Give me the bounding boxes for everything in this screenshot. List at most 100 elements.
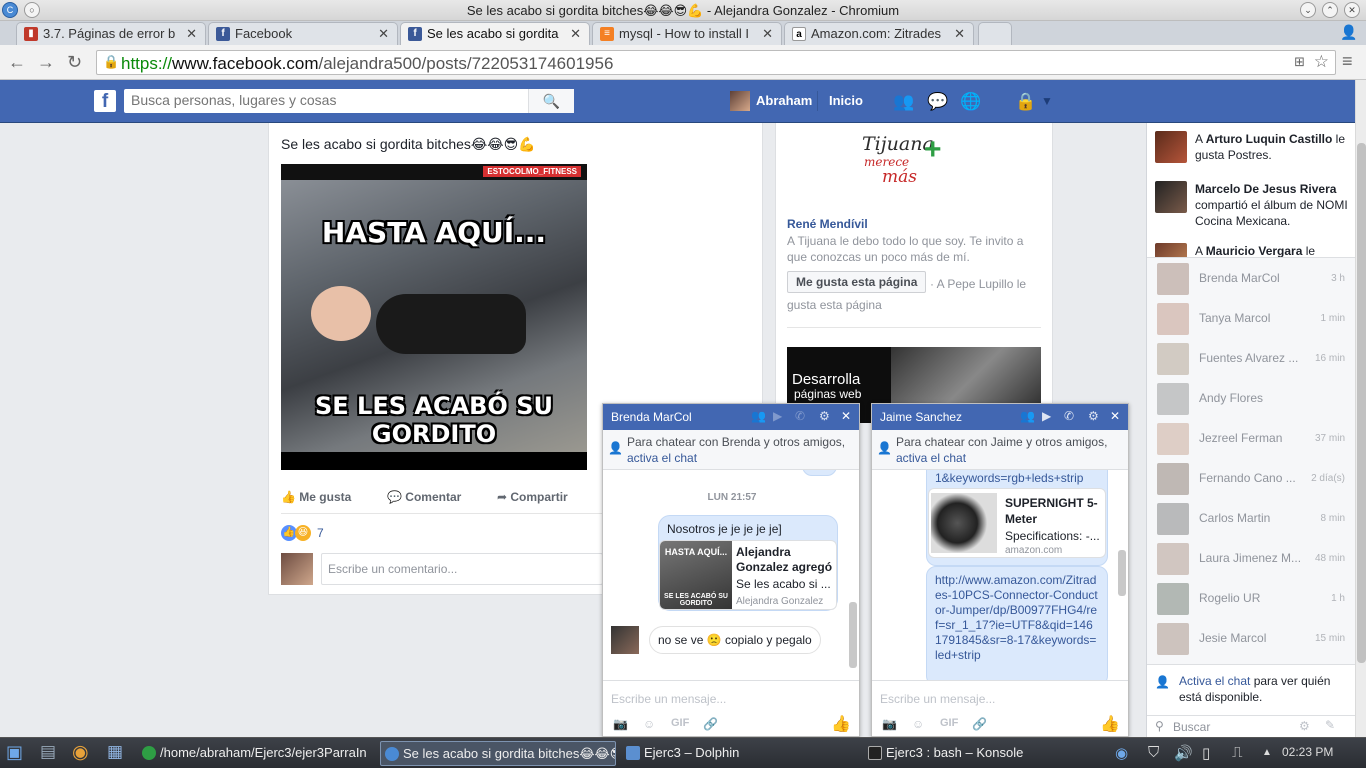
address-bar[interactable]: 🔒 https://www.facebook.com/alejandra500/… bbox=[96, 50, 1336, 75]
chrome-icon[interactable]: ◉ bbox=[72, 741, 89, 764]
chat-search[interactable]: ⚲ Buscar ⚙ ✎ bbox=[1147, 715, 1355, 738]
chat-header[interactable]: Brenda MarCol 👥 ▶ ✆ ⚙ ✕ bbox=[603, 404, 859, 430]
tab-post[interactable]: f Se les acabo si gordita ✕ bbox=[400, 22, 590, 45]
chat-scrollbar[interactable] bbox=[1118, 474, 1126, 674]
chat-friend[interactable]: Jesie Marcol 15 min bbox=[1155, 621, 1345, 661]
like-button[interactable]: 👍 Me gusta bbox=[281, 490, 351, 504]
message-input[interactable]: Escribe un mensaje... bbox=[880, 692, 995, 706]
chat-messages[interactable]: ok LUN 21:57 Nosotros je je je je je] HA… bbox=[603, 470, 859, 680]
emoji-icon[interactable]: ☺ bbox=[643, 717, 655, 731]
chat-friend[interactable]: Carlos Martin 8 min bbox=[1155, 501, 1345, 541]
tray-expand-icon[interactable]: ▲ bbox=[1262, 747, 1272, 758]
tab-amazon[interactable]: a Amazon.com: Zitrades ✕ bbox=[784, 22, 974, 45]
video-call-icon[interactable]: ▶ bbox=[1042, 409, 1051, 423]
task-konsole[interactable]: Ejerc3 : bash – Konsole bbox=[864, 741, 1100, 766]
gear-icon[interactable]: ⚙ bbox=[819, 409, 830, 423]
home-link[interactable]: Inicio bbox=[829, 93, 863, 108]
comment-button[interactable]: 💬 Comentar bbox=[387, 490, 461, 504]
scrollbar-thumb[interactable] bbox=[1357, 143, 1366, 663]
clock[interactable]: 02:23 PM bbox=[1282, 745, 1333, 759]
message-link[interactable]: 1&keywords=rgb+leds+strip bbox=[935, 471, 1099, 485]
maximize-icon[interactable]: ⌃ bbox=[1322, 2, 1338, 18]
page-name-link[interactable]: René Mendívil bbox=[787, 217, 868, 231]
file-manager-icon[interactable]: ▦ bbox=[107, 742, 123, 762]
close-tab-icon[interactable]: ✕ bbox=[186, 26, 197, 42]
enable-chat-link[interactable]: Activa el chat bbox=[1179, 674, 1250, 688]
camera-icon[interactable]: 📷 bbox=[882, 717, 897, 731]
camera-icon[interactable]: 📷 bbox=[613, 717, 628, 731]
avatar[interactable] bbox=[730, 91, 750, 111]
gear-icon[interactable]: ⚙ bbox=[1299, 719, 1310, 733]
enable-chat-link[interactable]: activa el chat bbox=[627, 451, 697, 465]
minimize-icon[interactable]: ⌄ bbox=[1300, 2, 1316, 18]
notifications-globe-icon[interactable]: 🌐 bbox=[960, 92, 981, 112]
thumbs-up-icon[interactable]: 👍 bbox=[1100, 714, 1120, 734]
chat-friend[interactable]: Brenda MarCol 3 h bbox=[1155, 261, 1345, 301]
attach-icon[interactable]: 🔗 bbox=[972, 717, 987, 731]
message-input[interactable]: Escribe un mensaje... bbox=[611, 692, 726, 706]
messages-icon[interactable]: 💬 bbox=[927, 92, 948, 112]
new-message-icon[interactable]: ✎ bbox=[1325, 718, 1335, 732]
back-icon[interactable]: ← bbox=[8, 52, 26, 73]
gif-button[interactable]: GIF bbox=[671, 717, 689, 729]
chat-friend[interactable]: Laura Jimenez M... 48 min bbox=[1155, 541, 1345, 581]
new-tab-button[interactable] bbox=[978, 22, 1012, 45]
user-profile-icon[interactable]: 👤 bbox=[1340, 24, 1357, 41]
enable-chat-link[interactable]: activa el chat bbox=[896, 451, 966, 465]
search-input[interactable] bbox=[124, 89, 524, 111]
tab-facebook[interactable]: f Facebook ✕ bbox=[208, 22, 398, 45]
chat-friend[interactable]: Andy Flores bbox=[1155, 381, 1345, 421]
shared-product[interactable]: SUPERNIGHT 5-Meter Specifications: -... … bbox=[928, 488, 1106, 558]
chat-title[interactable]: Jaime Sanchez bbox=[880, 410, 962, 424]
close-window-icon[interactable]: ✕ bbox=[1344, 2, 1360, 18]
page-scrollbar[interactable] bbox=[1355, 80, 1366, 737]
task-terminal-chrome[interactable]: /home/abraham/Ejerc3/ejer3ParraIn bbox=[138, 741, 374, 766]
forward-icon[interactable]: → bbox=[37, 52, 55, 73]
shared-post[interactable]: HASTA AQUÍ... SE LES ACABÓ SU GORDITO Al… bbox=[659, 540, 837, 610]
facebook-logo-icon[interactable]: f bbox=[94, 90, 116, 112]
close-tab-icon[interactable]: ✕ bbox=[570, 26, 581, 42]
chat-messages[interactable]: 1&keywords=rgb+leds+strip SUPERNIGHT 5-M… bbox=[872, 470, 1128, 680]
start-menu-icon[interactable]: ▣ bbox=[6, 742, 23, 763]
network-icon[interactable]: ⎍ bbox=[1232, 744, 1243, 761]
reload-icon[interactable]: ↻ bbox=[67, 52, 82, 73]
tijuana-logo[interactable]: Tijuana merece más + bbox=[862, 131, 952, 187]
task-chromium[interactable]: Se les acabo si gordita bitches😂😂😎 bbox=[380, 741, 616, 766]
chromium-tray-icon[interactable]: ◉ bbox=[1115, 744, 1128, 762]
chat-friend[interactable]: Fuentes Alvarez ... 16 min bbox=[1155, 341, 1345, 381]
battery-icon[interactable]: ▯ bbox=[1202, 744, 1210, 762]
profile-link[interactable]: Abraham bbox=[756, 93, 812, 108]
add-friend-icon[interactable]: 👥 bbox=[751, 409, 766, 423]
search-icon[interactable]: 🔍 bbox=[528, 89, 574, 113]
volume-icon[interactable]: 🔊 bbox=[1174, 744, 1193, 762]
shield-icon[interactable]: ⛉ bbox=[1148, 744, 1159, 761]
emoji-icon[interactable]: ☺ bbox=[912, 717, 924, 731]
close-tab-icon[interactable]: ✕ bbox=[378, 26, 389, 42]
chevron-down-icon[interactable]: ▼ bbox=[1041, 94, 1053, 108]
scrollbar-thumb[interactable] bbox=[849, 602, 857, 668]
thumbs-up-icon[interactable]: 👍 bbox=[831, 714, 851, 734]
chat-friend[interactable]: Rogelio UR 1 h bbox=[1155, 581, 1345, 621]
add-friend-icon[interactable]: 👥 bbox=[1020, 409, 1035, 423]
desktop-icon[interactable]: ▤ bbox=[40, 742, 56, 762]
chat-scrollbar[interactable] bbox=[849, 474, 857, 674]
chat-header[interactable]: Jaime Sanchez 👥 ▶ ✆ ⚙ ✕ bbox=[872, 404, 1128, 430]
scrollbar-thumb[interactable] bbox=[1118, 550, 1126, 596]
comment-input[interactable]: Escribe un comentario... bbox=[321, 553, 603, 585]
translate-icon[interactable]: ⊞ bbox=[1294, 54, 1305, 70]
privacy-lock-icon[interactable]: 🔒 bbox=[1015, 92, 1036, 112]
close-tab-icon[interactable]: ✕ bbox=[954, 26, 965, 42]
close-tab-icon[interactable]: ✕ bbox=[762, 26, 773, 42]
attach-icon[interactable]: 🔗 bbox=[703, 717, 718, 731]
share-button[interactable]: ➦ Compartir bbox=[497, 490, 568, 504]
task-dolphin[interactable]: Ejerc3 – Dolphin bbox=[622, 741, 858, 766]
post-image[interactable]: ESTOCOLMO_FITNESS HASTA AQUÍ... SE LES A… bbox=[281, 164, 587, 470]
phone-icon[interactable]: ✆ bbox=[1064, 409, 1074, 423]
chat-search-input[interactable]: Buscar bbox=[1173, 720, 1210, 734]
bookmark-star-icon[interactable]: ☆ bbox=[1314, 52, 1329, 72]
chat-friend[interactable]: Fernando Cano ... 2 día(s) bbox=[1155, 461, 1345, 501]
chat-friend[interactable]: Jezreel Ferman 37 min bbox=[1155, 421, 1345, 461]
tab-stackoverflow[interactable]: ≡ mysql - How to install I ✕ bbox=[592, 22, 782, 45]
message-link[interactable]: http://www.amazon.com/Zitrades-10PCS-Con… bbox=[935, 573, 1099, 663]
chat-friend[interactable]: Tanya Marcol 1 min bbox=[1155, 301, 1345, 341]
